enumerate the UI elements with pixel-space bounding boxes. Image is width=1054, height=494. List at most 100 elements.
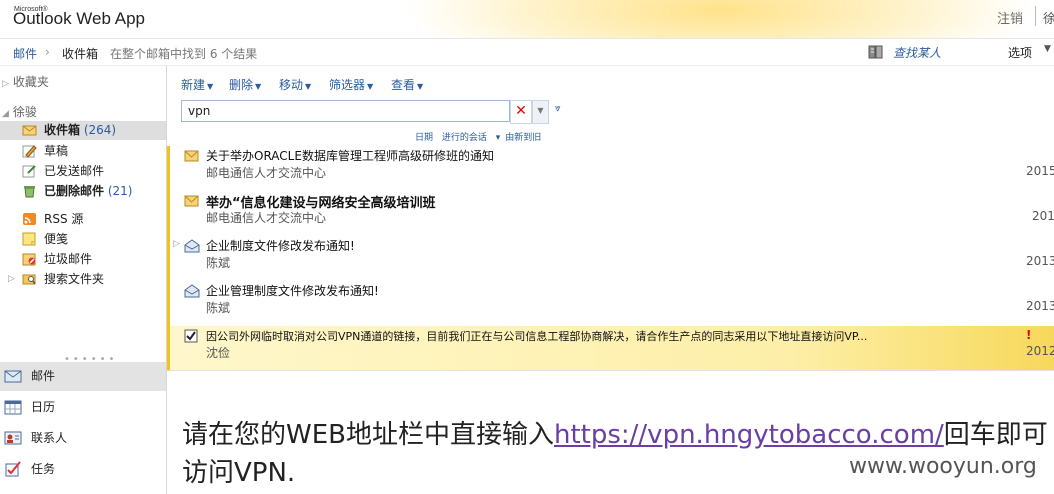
folder-junk[interactable]: 垃圾邮件	[0, 250, 166, 269]
message-date: 2015	[1032, 209, 1054, 223]
delete-button[interactable]: 删除 ▼	[229, 76, 261, 93]
message-subject: 企业制度文件修改发布通知!	[206, 239, 355, 253]
expand-arrow-icon[interactable]: ▷	[8, 270, 15, 289]
envelope-open-icon	[184, 239, 200, 253]
envelope-open-icon	[184, 284, 200, 298]
calendar-icon	[4, 400, 22, 415]
sort-by-date[interactable]: 日期	[415, 133, 433, 143]
find-contact-link[interactable]: 查找某人	[893, 44, 941, 61]
folder-deleted[interactable]: 已删除邮件 (21)	[0, 182, 166, 201]
message-subject: 关于举办ORACLE数据库管理工程师高级研修班的通知	[206, 149, 494, 163]
expand-conversation-icon[interactable]: ▷	[173, 239, 180, 249]
folder-inbox[interactable]: 收件箱 (264)	[0, 121, 166, 140]
filter-button[interactable]: 筛选器 ▼	[329, 76, 373, 93]
folder-label: 便笺	[44, 232, 69, 246]
message-date: 2013/4	[1026, 254, 1054, 268]
user-name[interactable]: 徐	[1043, 8, 1054, 27]
sort-options: 日期 进行的会话 ▾ 由新到旧	[415, 130, 547, 143]
folder-search[interactable]: ▷ 搜索文件夹	[0, 270, 166, 289]
expand-arrow-icon[interactable]: ▷	[2, 79, 9, 89]
chevron-down-icon: ▼	[207, 82, 214, 91]
folder-rss[interactable]: RSS 源	[0, 210, 166, 229]
module-tasks[interactable]: 任务	[0, 455, 166, 484]
breadcrumb-mail[interactable]: 邮件	[13, 45, 37, 62]
move-label: 移动	[279, 78, 304, 92]
vpn-link[interactable]: https://vpn.hngytobacco.com/	[554, 420, 944, 450]
search-value: vpn	[188, 104, 211, 118]
message-item[interactable]: 举办“信息化建设与网络安全高级培训班 邮电通信人才交流中心 2015	[167, 191, 1054, 236]
envelope-icon	[184, 195, 199, 207]
chevron-down-icon: ▼	[367, 82, 374, 91]
message-date: 2015/	[1026, 164, 1054, 178]
view-button[interactable]: 查看 ▼	[391, 76, 423, 93]
message-sender: 陈斌	[206, 256, 231, 270]
folder-label: 已删除邮件	[44, 184, 105, 198]
contacts-icon	[4, 431, 22, 445]
body-text: 回车即可	[943, 420, 1048, 450]
folder-label: 垃圾邮件	[44, 252, 93, 266]
signout-link[interactable]: 注销	[997, 8, 1023, 27]
address-book-icon[interactable]	[868, 45, 884, 59]
view-label: 查看	[391, 78, 416, 92]
options-menu[interactable]: 选项	[1008, 44, 1032, 61]
expand-search-icon[interactable]: ⩔	[555, 103, 561, 114]
module-contacts[interactable]: 联系人	[0, 424, 166, 453]
favorites-label: 收藏夹	[12, 75, 49, 89]
header-divider	[1035, 6, 1036, 26]
delete-label: 删除	[229, 78, 254, 92]
top-banner: Microsoft® Outlook Web App 注销 徐	[0, 0, 1054, 39]
tasks-icon	[5, 461, 21, 477]
chevron-down-icon: ▼	[417, 82, 424, 91]
message-sender: 邮电通信人才交流中心	[206, 166, 327, 180]
message-list: 关于举办ORACLE数据库管理工程师高级研修班的通知 邮电通信人才交流中心 20…	[167, 146, 1054, 371]
chevron-down-icon: ▼	[255, 82, 262, 91]
app-logo: Outlook Web App	[13, 9, 145, 28]
sort-order[interactable]: 由新到旧	[505, 133, 541, 143]
folder-label: RSS 源	[44, 212, 84, 226]
message-date: 2012/1	[1026, 344, 1054, 358]
sort-conversation[interactable]: 进行的会话	[442, 133, 487, 143]
move-button[interactable]: 移动 ▼	[279, 76, 311, 93]
message-sender: 邮电通信人才交流中心	[206, 211, 327, 225]
collapse-arrow-icon[interactable]: ◢	[2, 109, 9, 119]
account-header[interactable]: ◢ 徐骏	[2, 103, 37, 120]
search-input[interactable]: vpn	[181, 100, 510, 122]
favorites-header[interactable]: ▷ 收藏夹	[2, 73, 49, 90]
message-subject: 企业管理制度文件修改发布通知!	[206, 284, 379, 298]
account-label: 徐骏	[12, 105, 37, 119]
folder-notes[interactable]: 便笺	[0, 230, 166, 249]
message-date: 2013/3	[1026, 299, 1054, 313]
notes-icon	[22, 232, 36, 246]
message-item[interactable]: 关于举办ORACLE数据库管理工程师高级研修班的通知 邮电通信人才交流中心 20…	[167, 146, 1054, 191]
message-item[interactable]: 企业管理制度文件修改发布通知! 陈斌 2013/3	[167, 281, 1054, 326]
new-button[interactable]: 新建 ▼	[181, 76, 213, 93]
message-item[interactable]: ▷ 企业制度文件修改发布通知! 陈斌 2013/4	[167, 236, 1054, 281]
breadcrumb-separator: ›	[45, 45, 50, 59]
module-label: 日历	[31, 400, 56, 414]
importance-icon: !	[1026, 328, 1032, 342]
module-calendar[interactable]: 日历	[0, 393, 166, 422]
folder-drafts[interactable]: 草稿	[0, 142, 166, 161]
folder-label: 草稿	[44, 144, 69, 158]
search-result-count: 在整个邮箱中找到 6 个结果	[110, 47, 258, 61]
module-label: 邮件	[31, 369, 56, 383]
unread-count: (21)	[107, 184, 133, 198]
sent-icon	[22, 165, 36, 178]
folder-sent[interactable]: 已发送邮件	[0, 162, 166, 181]
left-navigation: ▷ 收藏夹 ◢ 徐骏 收件箱 (264) 草稿 已发送邮件 已删除邮件 (21) R…	[0, 66, 167, 494]
mail-icon	[4, 370, 22, 383]
search-options-dropdown[interactable]: ▼	[532, 100, 549, 124]
message-subject: 因公司外网临时取消对公司VPN通道的链接，目前我们正在与公司信息工程部协商解决，…	[206, 330, 868, 343]
drafts-icon	[22, 145, 37, 158]
folder-label: 搜索文件夹	[44, 272, 105, 286]
message-item-selected[interactable]: 因公司外网临时取消对公司VPN通道的链接，目前我们正在与公司信息工程部协商解决，…	[167, 326, 1054, 371]
clear-search-icon[interactable]: ✕	[510, 100, 532, 124]
module-mail[interactable]: 邮件	[0, 362, 166, 391]
module-label: 任务	[31, 462, 56, 476]
sort-order-arrow-icon: ▾	[495, 133, 501, 143]
message-sender: 陈斌	[206, 301, 231, 315]
checkbox-icon[interactable]	[183, 329, 201, 343]
watermark: www.wooyun.org	[849, 454, 1037, 479]
reading-line-2: 访问VPN.	[182, 458, 296, 488]
chevron-down-icon[interactable]: ▼	[1044, 44, 1051, 54]
